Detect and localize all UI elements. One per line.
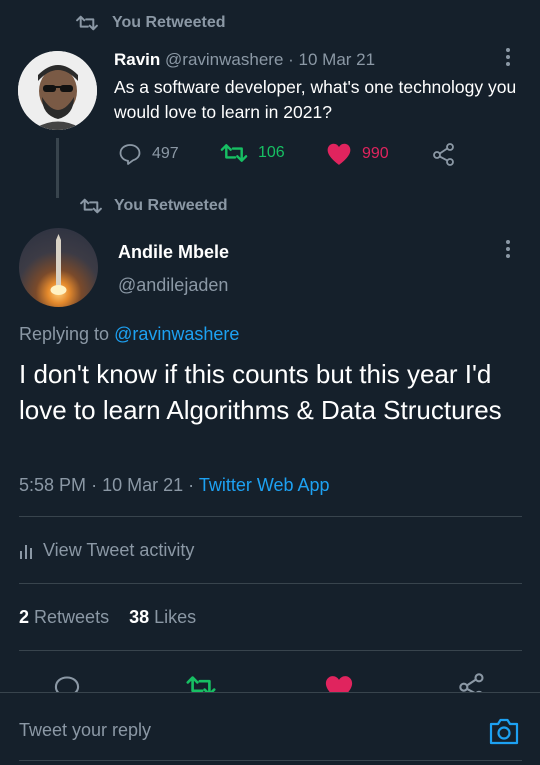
replying-handle-link[interactable]: @ravinwashere	[114, 324, 239, 344]
replying-prefix: Replying to	[19, 324, 110, 344]
activity-label: View Tweet activity	[43, 540, 195, 560]
more-icon[interactable]	[506, 240, 510, 261]
tweet-time: 5:58 PM	[19, 475, 87, 495]
like-stat-count: 38	[129, 607, 150, 627]
like-count: 990	[362, 145, 389, 162]
avatar-andile[interactable]	[19, 228, 98, 307]
author-handle[interactable]: @ravinwashere	[165, 50, 283, 69]
reply-icon	[118, 142, 142, 166]
retweet-icon	[80, 197, 102, 215]
tweet-date: 10 Mar 21	[102, 475, 184, 495]
divider	[19, 583, 522, 584]
tweet1-header: Ravin @ravinwashere · 10 Mar 21	[114, 50, 375, 70]
reply-button[interactable]: 497	[118, 142, 179, 166]
retweet-context-label: You Retweeted	[112, 14, 226, 31]
view-tweet-activity-button[interactable]: View Tweet activity	[19, 540, 194, 561]
divider	[19, 650, 522, 651]
reply-underline	[19, 760, 522, 761]
engagement-stats: 2 Retweets 38 Likes	[19, 607, 196, 628]
tweet-meta: 5:58 PM · 10 Mar 21 · Twitter Web App	[19, 475, 330, 496]
replying-to: Replying to @ravinwashere	[19, 324, 239, 345]
retweet-context-2: You Retweeted	[80, 197, 228, 215]
meta-separator: ·	[188, 475, 195, 495]
thread-connector-line	[56, 138, 59, 198]
retweet-context-label: You Retweeted	[114, 197, 228, 214]
retweet-icon	[220, 142, 248, 164]
chart-icon	[19, 543, 33, 559]
divider	[19, 516, 522, 517]
share-button[interactable]	[432, 142, 456, 166]
like-button[interactable]: 990	[326, 142, 389, 166]
reply-input[interactable]: Tweet your reply	[19, 720, 151, 741]
retweet-button[interactable]: 106	[220, 142, 285, 164]
like-icon	[326, 142, 352, 166]
header-separator: ·	[288, 50, 294, 69]
retweet-stat-label: Retweets	[34, 607, 110, 627]
tweet2-text: I don't know if this counts but this yea…	[19, 359, 502, 425]
retweet-count: 106	[258, 144, 285, 161]
retweets-stat[interactable]: 2 Retweets	[19, 607, 109, 627]
like-stat-label: Likes	[154, 607, 197, 627]
tweet-date[interactable]: 10 Mar 21	[299, 50, 376, 69]
author-handle[interactable]: @andilejaden	[118, 275, 228, 296]
camera-icon	[488, 716, 520, 746]
meta-separator: ·	[91, 475, 98, 495]
camera-button[interactable]	[488, 716, 520, 746]
tweet1-text: As a software developer, what's one tech…	[114, 77, 517, 122]
share-icon	[432, 142, 456, 166]
more-icon[interactable]	[506, 48, 510, 69]
retweet-stat-count: 2	[19, 607, 30, 627]
retweet-icon	[76, 14, 98, 32]
retweet-context-1: You Retweeted	[76, 14, 226, 32]
tweet-source-link[interactable]: Twitter Web App	[199, 475, 330, 495]
reply-count: 497	[152, 145, 179, 162]
author-name[interactable]: Andile Mbele	[118, 242, 229, 263]
author-name[interactable]: Ravin	[114, 50, 160, 69]
likes-stat[interactable]: 38 Likes	[129, 607, 196, 627]
avatar-ravin[interactable]	[18, 51, 97, 130]
